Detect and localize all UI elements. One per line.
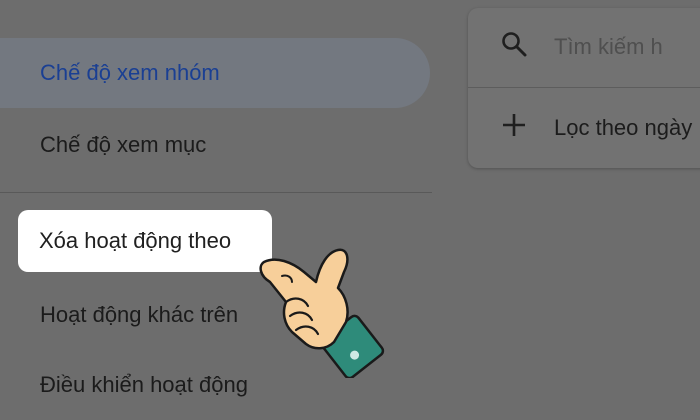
filter-by-date-row[interactable]: Lọc theo ngày: [468, 89, 700, 167]
sidebar-item-group-view[interactable]: Chế độ xem nhóm: [0, 38, 430, 108]
sidebar-item-activity-controls[interactable]: Điều khiển hoạt động: [0, 350, 248, 420]
filter-by-date-label: Lọc theo ngày: [554, 115, 693, 140]
sidebar-item-item-view[interactable]: Chế độ xem mục: [0, 110, 206, 180]
sidebar-item-label: Hoạt động khác trên: [40, 302, 239, 327]
sidebar-divider: [0, 192, 432, 193]
search-row[interactable]: Tìm kiếm h: [468, 8, 700, 86]
sidebar-item-label: Điều khiển hoạt động: [40, 372, 248, 397]
search-card-divider: [468, 87, 700, 88]
sidebar-item-other-activity[interactable]: Hoạt động khác trên: [0, 280, 238, 350]
search-card: Tìm kiếm h Lọc theo ngày: [468, 8, 700, 168]
search-input[interactable]: Tìm kiếm h: [554, 34, 663, 60]
search-icon[interactable]: [500, 30, 528, 64]
sidebar-item-label: Chế độ xem mục: [40, 132, 207, 157]
sidebar-item-delete-activity-by[interactable]: Xóa hoạt động theo: [18, 210, 272, 272]
sidebar-item-label: Chế độ xem nhóm: [40, 60, 220, 85]
sidebar-item-label: Xóa hoạt động theo: [39, 228, 232, 253]
pointing-hand-icon: [259, 248, 385, 378]
plus-icon[interactable]: [500, 111, 528, 145]
